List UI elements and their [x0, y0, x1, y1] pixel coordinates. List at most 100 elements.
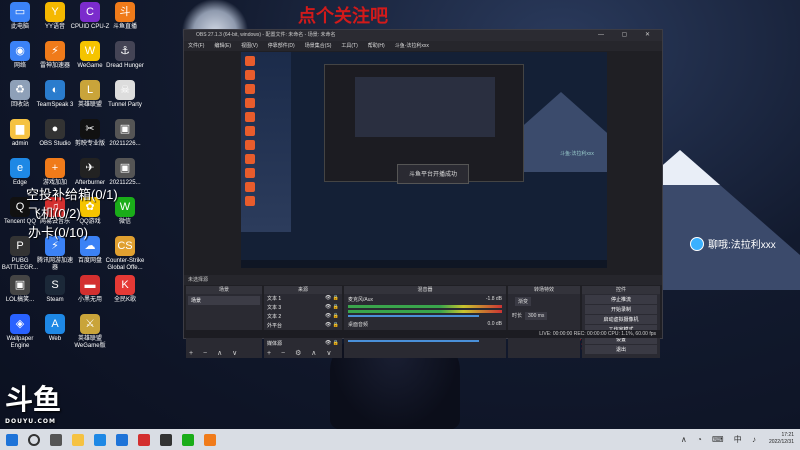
- window-controls[interactable]: — ▢ ✕: [598, 30, 658, 41]
- control-button[interactable]: 停止推流: [585, 295, 657, 304]
- menu-item[interactable]: 斗鱼-法拉利xxx: [395, 41, 429, 51]
- desktop-icon[interactable]: 斗斗鱼直播: [105, 2, 145, 31]
- wechat-taskbar-icon[interactable]: [182, 433, 194, 446]
- obs-title: OBS 27.1.3 (64-bit, windows) - 配置文件: 未命名…: [196, 32, 336, 38]
- visibility-icon[interactable]: 👁 🔒: [325, 304, 339, 311]
- menu-item[interactable]: 停靠部件(D): [268, 41, 295, 51]
- transitions-header: 转场特效: [508, 286, 580, 294]
- menu-item[interactable]: 视图(V): [241, 41, 258, 51]
- desktop-icon[interactable]: C CPUID CPU-Z: [70, 2, 110, 31]
- task-view-icon[interactable]: [50, 433, 62, 446]
- task-overlay-1: 空投补给箱(0/1): [26, 187, 118, 202]
- desktop-icon[interactable]: CS Counter-Strike Global Offe...: [105, 236, 145, 272]
- desktop-icon[interactable]: ◐ TeamSpeak 3: [35, 80, 75, 109]
- desktop-icon[interactable]: ▆ admin: [0, 119, 40, 148]
- obs-taskbar-icon[interactable]: [160, 433, 172, 446]
- menu-item[interactable]: 编辑(E): [214, 41, 231, 51]
- desktop-icon[interactable]: ✈ Afterburner: [70, 158, 110, 187]
- control-button[interactable]: 退出: [585, 345, 657, 354]
- mixer-header: 混音器: [344, 286, 506, 294]
- visibility-icon[interactable]: 👁 🔒: [325, 313, 339, 320]
- file-explorer-icon[interactable]: [72, 433, 84, 446]
- netease-music-icon[interactable]: [138, 433, 150, 446]
- app-icon: W: [80, 41, 100, 61]
- desktop-icon[interactable]: S Steam: [35, 275, 75, 304]
- scenes-header: 场景: [186, 286, 262, 294]
- app-icon: ✂: [80, 119, 100, 139]
- transition-select[interactable]: 渐变: [515, 297, 532, 306]
- visibility-icon[interactable]: 👁 🔒: [325, 340, 339, 347]
- desktop-icon[interactable]: ✂ 剪映专业版: [70, 119, 110, 148]
- visibility-icon[interactable]: 👁 🔒: [325, 295, 339, 302]
- source-item[interactable]: 文本 1 👁 🔒: [264, 294, 342, 303]
- desktop-icon[interactable]: ♻ 回收站: [0, 80, 40, 109]
- start-icon[interactable]: [6, 433, 18, 446]
- system-tray-icons[interactable]: ∧ ◔ ⌨ 中 ♪: [681, 434, 760, 445]
- app-icon: L: [80, 80, 100, 100]
- desktop-icon-label: PUBG BATTLEGR...: [1, 258, 39, 271]
- desktop-icon[interactable]: A Web: [35, 314, 75, 343]
- scene-item[interactable]: 场景: [188, 296, 260, 305]
- douyu-taskbar-icon[interactable]: [204, 433, 216, 446]
- desktop-icon[interactable]: e Edge: [0, 158, 40, 187]
- desktop-icon-label: 斗鱼直播: [112, 24, 137, 30]
- control-button[interactable]: 开始录制: [585, 305, 657, 314]
- menu-item[interactable]: 文件(F): [188, 41, 204, 51]
- desktop-icon[interactable]: ⚔ 英雄联盟 WeGame版: [70, 314, 110, 350]
- channel-name: 桌面音频: [348, 322, 369, 328]
- preview-toast: 斗鱼平台开播成功: [397, 164, 469, 184]
- desktop-icon[interactable]: L 英雄联盟: [70, 80, 110, 109]
- store-icon[interactable]: [116, 433, 128, 446]
- search-icon[interactable]: [28, 433, 40, 446]
- desktop-icon[interactable]: ◉ 网络: [0, 41, 40, 70]
- volume-slider[interactable]: [348, 340, 479, 342]
- desktop-icon[interactable]: ⚡ 腾讯网游加速器: [35, 236, 75, 272]
- desktop-icon[interactable]: ▣ 20211226...: [105, 119, 145, 148]
- channel-db: -1.8 dB: [485, 296, 502, 302]
- transition-type[interactable]: 渐变: [508, 294, 580, 309]
- source-item[interactable]: 外平台 👁 🔒: [264, 321, 342, 330]
- visibility-icon[interactable]: 👁 🔒: [325, 322, 339, 329]
- edge-icon[interactable]: [94, 433, 106, 446]
- desktop-icon[interactable]: ⚡ 雷神加速器: [35, 41, 75, 70]
- desktop-icon[interactable]: ⚓ Dread Hunger: [105, 41, 145, 70]
- desktop-icon[interactable]: + 游戏加加: [35, 158, 75, 187]
- source-name: 媒体源: [267, 341, 283, 347]
- source-item[interactable]: 文本 3 👁 🔒: [264, 303, 342, 312]
- menu-item[interactable]: 场景集合(S): [305, 41, 332, 51]
- source-name: 文本 1: [267, 296, 282, 302]
- desktop-icon[interactable]: ▣ 20211225...: [105, 158, 145, 187]
- controls-list: 停止推流开始录制启动虚拟摄像机工作室模式设置退出: [582, 295, 660, 354]
- desktop-icon[interactable]: ☠ Tunnel Party: [105, 80, 145, 109]
- desktop-icon[interactable]: K 全民K歌: [105, 275, 145, 304]
- desktop-icon[interactable]: Y YY语音: [35, 2, 75, 31]
- desktop-icon[interactable]: ▬ 小黑无用: [70, 275, 110, 304]
- app-icon: e: [10, 158, 30, 178]
- control-button[interactable]: 启动虚拟摄像机: [585, 315, 657, 324]
- desktop-icon-label: Wallpaper Engine: [6, 336, 34, 349]
- channel-db: 0.0 dB: [487, 321, 502, 327]
- desktop-icon[interactable]: ● OBS Studio: [35, 119, 75, 148]
- desktop-icon-label: 回收站: [10, 102, 29, 108]
- desktop-icon[interactable]: ◈ Wallpaper Engine: [0, 314, 40, 350]
- desktop-icon[interactable]: ▭ 此电脑: [0, 2, 40, 31]
- volume-meter: [348, 305, 502, 308]
- source-item[interactable]: 文本 2 👁 🔒: [264, 312, 342, 321]
- desktop-icon[interactable]: ▣ LOL搞笑...: [0, 275, 40, 304]
- clock[interactable]: 17:21 2022/12/31: [769, 432, 794, 446]
- obs-window[interactable]: OBS 27.1.3 (64-bit, windows) - 配置文件: 未命名…: [183, 29, 663, 358]
- app-icon: ▭: [10, 2, 30, 22]
- duration-input[interactable]: 300 ms: [525, 312, 548, 320]
- volume-slider[interactable]: [348, 315, 479, 317]
- obs-titlebar[interactable]: OBS 27.1.3 (64-bit, windows) - 配置文件: 未命名…: [184, 30, 662, 41]
- menu-item[interactable]: 工具(T): [341, 41, 357, 51]
- source-item[interactable]: 媒体源 👁 🔒: [264, 339, 342, 348]
- mixer-channel[interactable]: 麦克风/Aux -1.8 dB: [344, 294, 506, 319]
- scenes-toolbar[interactable]: + − ∧ ∨: [189, 349, 241, 357]
- obs-statusbar: LIVE: 00:00:00 REC: 00:00:00 CPU: 1.1%, …: [184, 330, 662, 338]
- desktop-icon[interactable]: W WeGame: [70, 41, 110, 70]
- sources-toolbar[interactable]: + − ⚙ ∧ ∨: [267, 349, 335, 357]
- obs-preview[interactable]: 斗鱼:法拉利xxx 斗鱼平台开播成功: [241, 52, 607, 268]
- menu-item[interactable]: 帮助(H): [368, 41, 385, 51]
- desktop-icon[interactable]: P PUBG BATTLEGR...: [0, 236, 40, 272]
